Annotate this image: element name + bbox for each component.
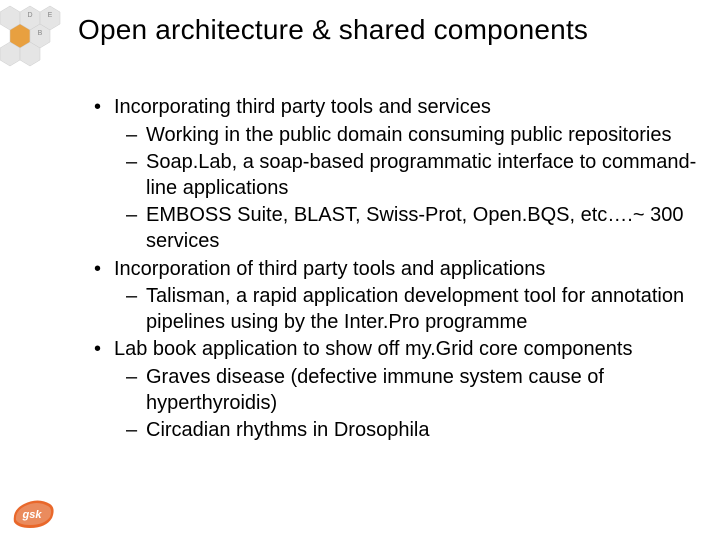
bullet-level1: Incorporation of third party tools and a… xyxy=(90,257,700,283)
bullet-level1: Incorporating third party tools and serv… xyxy=(90,95,700,121)
slide-title: Open architecture & shared components xyxy=(78,14,588,46)
hexagon-decor-icon: D E B xyxy=(0,0,70,80)
bullet-level2: Graves disease (defective immune system … xyxy=(90,365,700,416)
svg-text:D: D xyxy=(27,12,32,19)
bullet-level1: Lab book application to show off my.Grid… xyxy=(90,337,700,363)
svg-text:B: B xyxy=(38,30,43,37)
bullet-level2: Circadian rhythms in Drosophila xyxy=(90,418,700,444)
slide-body: Incorporating third party tools and serv… xyxy=(90,95,700,446)
slide: D E B Open architecture & shared compone… xyxy=(0,0,720,540)
bullet-level2: Working in the public domain consuming p… xyxy=(90,123,700,149)
svg-text:E: E xyxy=(48,12,53,19)
bullet-level2: Talisman, a rapid application developmen… xyxy=(90,284,700,335)
bullet-level2: Soap.Lab, a soap-based programmatic inte… xyxy=(90,150,700,201)
bullet-level2: EMBOSS Suite, BLAST, Swiss-Prot, Open.BQ… xyxy=(90,203,700,254)
gsk-logo-icon: gsk xyxy=(10,496,56,532)
gsk-logo-text: gsk xyxy=(22,509,43,521)
